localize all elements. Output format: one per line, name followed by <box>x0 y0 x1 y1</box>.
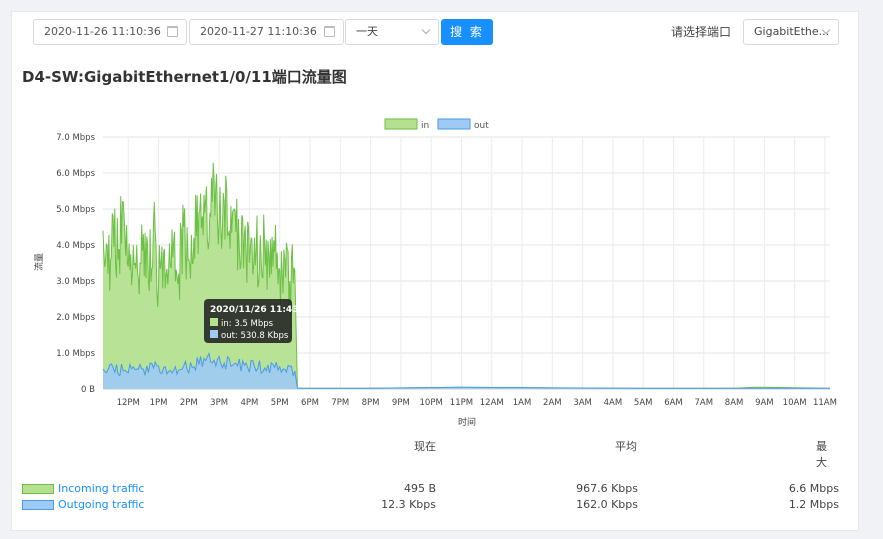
x-tick-label: 11PM <box>450 398 473 408</box>
y-axis-label: 流量 <box>33 253 45 271</box>
port-select-value: GigabitEthe... <box>754 25 830 38</box>
x-tick-label: 6PM <box>301 398 319 408</box>
stat-header-max: 最大 <box>816 440 827 469</box>
x-tick-label: 5PM <box>271 398 289 408</box>
x-tick-label: 3PM <box>210 398 228 408</box>
x-tick-label: 8PM <box>362 398 380 408</box>
y-axis: 0 B 1.0 Mbps 2.0 Mbps 3.0 Mbps 4.0 Mbps 5.0 M… <box>56 133 95 395</box>
x-tick-label: 1PM <box>150 398 168 408</box>
x-tick-label: 8AM <box>725 398 744 408</box>
stat-header-current: 现在 <box>414 440 436 453</box>
search-button[interactable]: 搜 索 <box>441 19 493 45</box>
stat-row-outgoing: Outgoing traffic 12.3 Kbps 162.0 Kbps 1.… <box>22 497 839 513</box>
chevron-down-icon <box>421 25 431 35</box>
x-tick-label: 6AM <box>664 398 683 408</box>
outgoing-swatch <box>22 500 54 510</box>
tooltip-in-text: in: 3.5 Mbps <box>221 319 274 329</box>
tooltip-out-text: out: 530.8 Kbps <box>221 331 289 341</box>
x-tick-label: 11AM <box>813 398 837 408</box>
page-title: D4-SW:GigabitEthernet1/0/11端口流量图 <box>22 68 347 86</box>
incoming-max: 6.6 Mbps <box>788 482 839 495</box>
x-tick-label: 9AM <box>755 398 774 408</box>
tooltip-title: 2020/11/26 11:43 <box>210 305 298 315</box>
x-tick-label: 10PM <box>420 398 443 408</box>
port-select[interactable]: GigabitEthe... <box>743 19 839 45</box>
legend-out-swatch[interactable] <box>437 118 471 130</box>
x-axis: 12PM 1PM 2PM 3PM 4PM 5PM 6PM 7PM 8PM 9PM 10PM 11PM 1… <box>117 398 837 408</box>
start-date-value: 2020-11-26 11:10:36 <box>44 25 161 38</box>
legend-in-swatch[interactable] <box>384 118 418 130</box>
x-tick-label: 7AM <box>695 398 714 408</box>
legend-out-label[interactable]: out <box>474 121 489 131</box>
tooltip-in-swatch <box>210 318 218 326</box>
x-tick-label: 3AM <box>573 398 592 408</box>
x-axis-label: 时间 <box>458 416 476 428</box>
end-date-picker[interactable]: 2020-11-27 11:10:36 <box>189 19 344 45</box>
incoming-swatch <box>22 484 54 494</box>
outgoing-average: 162.0 Kbps <box>576 498 638 511</box>
y-tick-label: 0 B <box>81 385 95 395</box>
y-tick-label: 3.0 Mbps <box>56 277 95 287</box>
y-tick-label: 7.0 Mbps <box>56 133 95 143</box>
y-tick-label: 1.0 Mbps <box>56 349 95 359</box>
chart-tooltip: 2020/11/26 11:43 in: 3.5 Mbps out: 530.8… <box>204 299 298 343</box>
outgoing-current: 12.3 Kbps <box>381 498 436 511</box>
legend-in-label[interactable]: in <box>421 121 429 131</box>
toolbar: 2020-11-26 11:10:36 2020-11-27 11:10:36 … <box>22 19 863 45</box>
range-select-value: 一天 <box>356 25 378 38</box>
stat-header-average: 平均 <box>615 440 637 453</box>
range-select[interactable]: 一天 <box>345 19 439 45</box>
x-tick-label: 12PM <box>117 398 140 408</box>
x-tick-label: 10AM <box>783 398 807 408</box>
tooltip-out-swatch <box>210 330 218 338</box>
incoming-traffic-link[interactable]: Incoming traffic <box>58 481 144 497</box>
stat-row-incoming: Incoming traffic 495 B 967.6 Kbps 6.6 Mb… <box>22 481 839 497</box>
traffic-chart: in out 0 B 1.0 Mbps 2.0 Mbps 3.0 Mbps 4.0 Mb… <box>33 118 837 428</box>
outgoing-max: 1.2 Mbps <box>788 498 839 511</box>
port-label: 请选择端口 <box>671 25 732 39</box>
calendar-icon <box>167 26 178 37</box>
x-tick-label: 7PM <box>331 398 349 408</box>
calendar-icon <box>324 26 335 37</box>
x-tick-label: 4AM <box>604 398 623 408</box>
chart-legend: in out <box>384 118 489 131</box>
x-tick-label: 2AM <box>543 398 562 408</box>
outgoing-traffic-link[interactable]: Outgoing traffic <box>58 497 144 513</box>
x-tick-label: 4PM <box>240 398 258 408</box>
incoming-average: 967.6 Kbps <box>576 482 638 495</box>
x-tick-label: 5AM <box>634 398 653 408</box>
end-date-value: 2020-11-27 11:10:36 <box>200 25 317 38</box>
y-tick-label: 6.0 Mbps <box>56 169 95 179</box>
x-tick-label: 12AM <box>480 398 504 408</box>
y-tick-label: 2.0 Mbps <box>56 313 95 323</box>
start-date-picker[interactable]: 2020-11-26 11:10:36 <box>33 19 187 45</box>
incoming-current: 495 B <box>403 482 436 495</box>
y-tick-label: 5.0 Mbps <box>56 205 95 215</box>
y-tick-label: 4.0 Mbps <box>56 241 95 251</box>
x-tick-label: 2PM <box>180 398 198 408</box>
x-tick-label: 1AM <box>513 398 532 408</box>
x-tick-label: 9PM <box>392 398 410 408</box>
